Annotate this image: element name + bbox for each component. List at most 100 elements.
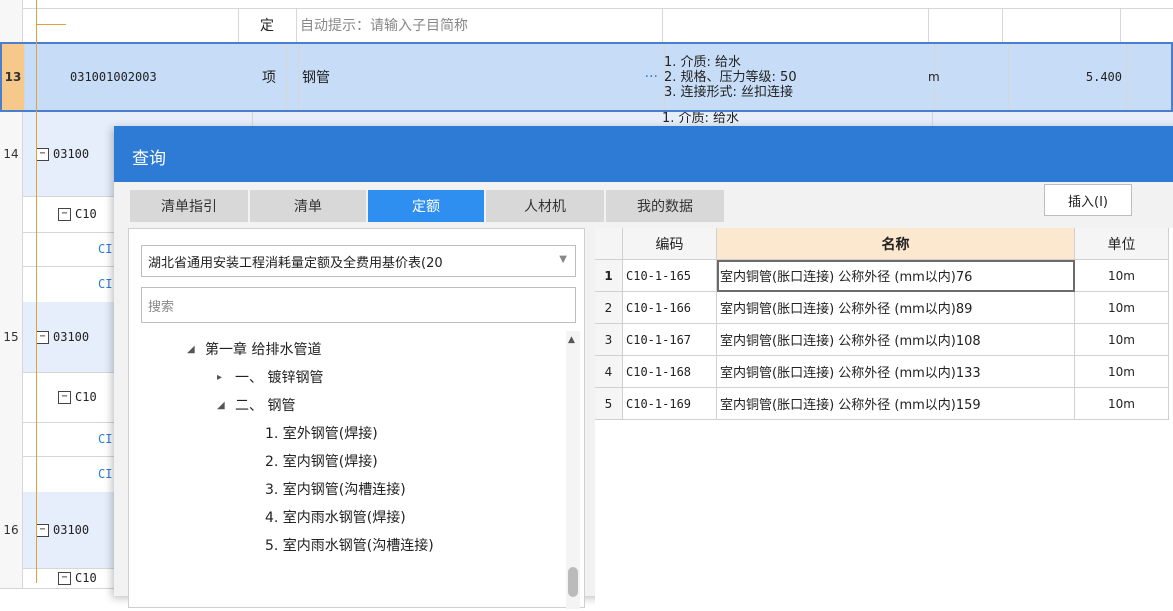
tab-my-data[interactable]: 我的数据	[606, 190, 724, 222]
collapse-icon[interactable]: −	[58, 390, 71, 404]
header-index	[595, 228, 623, 260]
quota-code[interactable]: C10-1-165	[623, 260, 717, 292]
row-number: 13	[2, 44, 25, 110]
quota-code[interactable]: C10-1-167	[623, 324, 717, 356]
quota-library-value: 湖北省通用安装工程消耗量定额及全费用基价表(20	[148, 255, 443, 271]
grid-header: 编码 名称 单位	[595, 228, 1169, 260]
quota-unit[interactable]: 10m	[1075, 260, 1169, 292]
row-number	[0, 372, 23, 422]
dialog-body: 清单指引 清单 定额 人材机 我的数据 插入(I) 湖北省通用安装工程消耗量定额…	[114, 182, 1173, 609]
grid-row-selected[interactable]: 1 C10-1-165 室内铜管(胀口连接) 公称外径 (mm以内)76 10m	[595, 260, 1169, 292]
row-number	[0, 422, 23, 456]
item-unit[interactable]: m	[924, 44, 1009, 110]
tab-quota[interactable]: 定额	[368, 190, 484, 222]
row-number: 16	[0, 492, 23, 568]
grid-row[interactable]: 4 C10-1-168 室内铜管(胀口连接) 公称外径 (mm以内)133 10…	[595, 356, 1169, 388]
feature-line: 3. 连接形式: 丝扣连接	[664, 84, 794, 100]
quota-results-grid: 编码 名称 单位 1 C10-1-165 室内铜管(胀口连接) 公称外径 (mm…	[595, 228, 1173, 608]
quota-name[interactable]: 室内铜管(胀口连接) 公称外径 (mm以内)76	[717, 260, 1075, 292]
tree-node[interactable]: ◢ 第一章 给排水管道	[187, 339, 321, 359]
collapsed-triangle-icon[interactable]: ▸	[217, 372, 235, 383]
tab-bar: 清单指引 清单 定额 人材机 我的数据	[130, 190, 726, 222]
grid-row[interactable]: 3 C10-1-167 室内铜管(胀口连接) 公称外径 (mm以内)108 10…	[595, 324, 1169, 356]
quota-library-select[interactable]: 湖北省通用安装工程消耗量定额及全费用基价表(20 ▼	[141, 245, 576, 277]
item-name[interactable]: 钢管 ···	[298, 44, 665, 110]
collapse-icon[interactable]: −	[36, 147, 49, 161]
feature-line: 2. 规格、压力等级: 50	[664, 69, 797, 85]
grid-row[interactable]: 5 C10-1-169 室内铜管(胀口连接) 公称外径 (mm以内)159 10…	[595, 388, 1169, 420]
row-number	[0, 196, 23, 232]
chapter-tree: ◢ 第一章 给排水管道 ▸ 一、 镀锌钢管 ◢ 二、 钢管 1. 室外钢管(焊接…	[129, 331, 569, 611]
row-index: 5	[595, 388, 623, 420]
collapse-icon[interactable]: −	[58, 207, 71, 221]
item-code: C10	[75, 207, 97, 221]
tab-labor-material-machine[interactable]: 人材机	[486, 190, 604, 222]
collapse-icon[interactable]: −	[36, 523, 49, 537]
feature-line: 1. 介质: 给水	[664, 54, 742, 70]
header-code[interactable]: 编码	[623, 228, 717, 260]
tree-node[interactable]: ▸ 一、 镀锌钢管	[217, 367, 323, 387]
row-number	[0, 232, 23, 266]
collapse-icon[interactable]: −	[36, 330, 49, 344]
expanded-triangle-icon[interactable]: ◢	[187, 344, 205, 355]
row-number	[0, 8, 23, 42]
quota-code[interactable]: C10-1-168	[623, 356, 717, 388]
tab-list-guide[interactable]: 清单指引	[130, 190, 248, 222]
tree-leaf[interactable]: 1. 室外钢管(焊接)	[265, 423, 378, 443]
item-quantity[interactable]: 5.400	[1004, 44, 1127, 110]
row-index: 4	[595, 356, 623, 388]
feature-line: 1. 介质: 给水	[662, 112, 740, 126]
scroll-thumb[interactable]	[568, 567, 578, 597]
item-name-text: 钢管	[302, 70, 330, 86]
search-input[interactable]: 搜索	[141, 287, 576, 323]
tree-leaf[interactable]: 2. 室内钢管(焊接)	[265, 451, 378, 471]
row-number: 15	[0, 302, 23, 372]
table-row-hint[interactable]: 定 自动提示：请输入子目简称	[0, 8, 1173, 43]
table-row-selected[interactable]: 13 031001002003 项 钢管 ··· 1. 介质: 给水 2. 规格…	[0, 42, 1173, 112]
dialog-title: 查询	[132, 149, 166, 169]
auto-hint-cell[interactable]: 自动提示：请输入子目简称	[296, 8, 663, 42]
type-cell[interactable]: 定	[238, 8, 297, 42]
tree-node-label: 第一章 给排水管道	[205, 342, 322, 358]
tree-connector	[36, 0, 37, 583]
quota-name[interactable]: 室内铜管(胀口连接) 公称外径 (mm以内)89	[717, 292, 1075, 324]
item-code: 03100	[53, 330, 90, 344]
ellipsis-button[interactable]: ···	[645, 69, 658, 85]
tree-leaf[interactable]: 3. 室内钢管(沟槽连接)	[265, 479, 406, 499]
quota-unit[interactable]: 10m	[1075, 324, 1169, 356]
item-code: 03100	[53, 523, 90, 537]
tree-scrollbar[interactable]: ▲	[566, 331, 580, 609]
quota-unit[interactable]: 10m	[1075, 388, 1169, 420]
quota-code[interactable]: C10-1-166	[623, 292, 717, 324]
quota-code[interactable]: C10-1-169	[623, 388, 717, 420]
quota-name[interactable]: 室内铜管(胀口连接) 公称外径 (mm以内)159	[717, 388, 1075, 420]
expanded-triangle-icon[interactable]: ◢	[217, 400, 235, 411]
query-dialog: 查询 清单指引 清单 定额 人材机 我的数据 插入(I) 湖北省通用安装工程消耗…	[114, 126, 1173, 609]
row-number	[0, 266, 23, 302]
insert-button[interactable]: 插入(I)	[1044, 184, 1132, 216]
item-type[interactable]: 项	[240, 44, 299, 110]
row-number	[0, 0, 23, 8]
grid-row[interactable]: 2 C10-1-166 室内铜管(胀口连接) 公称外径 (mm以内)89 10m	[595, 292, 1169, 324]
chevron-down-icon[interactable]: ▼	[559, 254, 567, 265]
tree-leaf[interactable]: 5. 室内雨水钢管(沟槽连接)	[265, 535, 434, 555]
item-code: 03100	[53, 147, 90, 161]
header-unit[interactable]: 单位	[1075, 228, 1169, 260]
tree-node-label: 一、 镀锌钢管	[235, 370, 324, 386]
dialog-title-bar[interactable]: 查询	[114, 126, 1173, 182]
quota-name[interactable]: 室内铜管(胀口连接) 公称外径 (mm以内)108	[717, 324, 1075, 356]
tab-list[interactable]: 清单	[250, 190, 366, 222]
quota-unit[interactable]: 10m	[1075, 292, 1169, 324]
tree-node[interactable]: ◢ 二、 钢管	[217, 395, 295, 415]
item-features[interactable]: 1. 介质: 给水 2. 规格、压力等级: 50 3. 连接形式: 丝扣连接	[660, 44, 935, 110]
header-name[interactable]: 名称	[717, 228, 1075, 260]
scroll-up-icon[interactable]: ▲	[568, 335, 575, 345]
quota-tree-panel: 湖北省通用安装工程消耗量定额及全费用基价表(20 ▼ 搜索 ◢ 第一章 给排水管…	[128, 228, 585, 611]
quota-unit[interactable]: 10m	[1075, 356, 1169, 388]
row-number: 14	[0, 112, 23, 196]
row-index: 3	[595, 324, 623, 356]
tree-node-label: 二、 钢管	[235, 398, 296, 414]
tree-leaf[interactable]: 4. 室内雨水钢管(焊接)	[265, 507, 406, 527]
row-index: 2	[595, 292, 623, 324]
quota-name[interactable]: 室内铜管(胀口连接) 公称外径 (mm以内)133	[717, 356, 1075, 388]
